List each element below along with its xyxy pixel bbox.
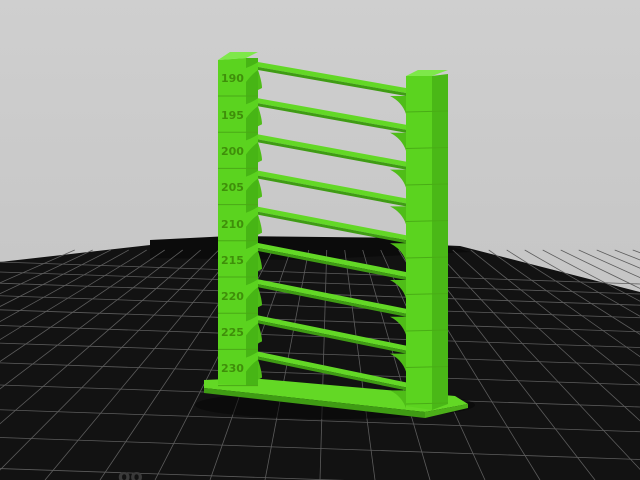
temp-label-190: 190	[221, 72, 244, 85]
right-overhang	[390, 96, 406, 114]
temp-label-220: 220	[221, 290, 244, 303]
print-bed: oo	[0, 236, 640, 480]
bed-logo-text: oo	[118, 466, 143, 480]
bridge-bar	[258, 206, 406, 241]
right-pillar-side	[432, 74, 448, 410]
right-pillar	[405, 70, 449, 410]
bridge-bar-edge	[258, 139, 406, 170]
right-overhang	[390, 132, 406, 151]
bridge-bar	[258, 134, 406, 167]
bridge-bar-edge	[258, 67, 406, 96]
left-overhang	[258, 178, 262, 199]
bridge-bar	[258, 170, 406, 204]
right-overhang	[390, 206, 406, 225]
temp-label-215: 215	[221, 254, 244, 267]
left-overhang	[258, 70, 262, 90]
right-pillar-front	[406, 76, 432, 410]
left-overhang	[258, 214, 262, 235]
temp-label-230: 230	[221, 362, 244, 375]
bridge-bar	[258, 98, 406, 130]
temp-label-195: 195	[221, 109, 244, 122]
3d-viewport[interactable]: oo 190 195 200 205 210 215 220 225 230	[0, 0, 640, 480]
scene-canvas[interactable]: oo 190 195 200 205 210 215 220 225 230	[0, 0, 640, 480]
temp-label-225: 225	[221, 326, 244, 339]
bridge-bar	[258, 62, 406, 93]
right-overhang	[390, 169, 406, 188]
temperature-labels: 190 195 200 205 210 215 220 225 230	[221, 72, 244, 375]
left-overhang	[258, 142, 262, 163]
temp-label-200: 200	[221, 145, 244, 158]
bridge-bar-edge	[258, 103, 406, 133]
bridge-bar-edge	[258, 175, 406, 207]
temp-label-205: 205	[221, 181, 244, 194]
left-overhang	[258, 106, 262, 127]
temp-label-210: 210	[221, 218, 244, 231]
